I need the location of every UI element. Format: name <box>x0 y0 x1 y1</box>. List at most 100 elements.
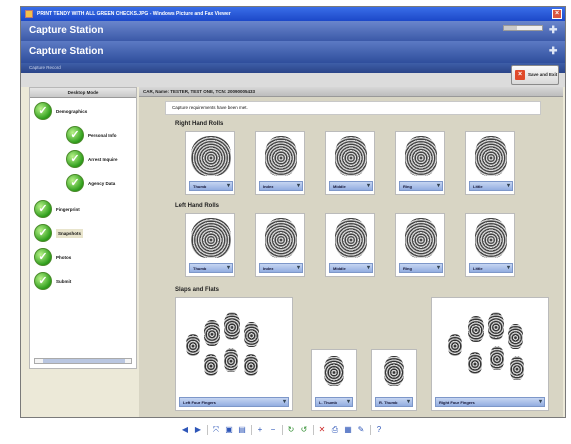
finger-select[interactable]: Little <box>469 181 513 191</box>
finger-select[interactable]: Ring <box>399 263 443 273</box>
actual-size-icon[interactable]: ▣ <box>224 425 234 435</box>
status-message: Capture requirements have been met. <box>165 101 541 115</box>
finger-select[interactable]: Index <box>259 263 303 273</box>
sidebar-header: Desktop Mode <box>30 88 136 98</box>
rotate-clockwise-icon[interactable]: ↻ <box>286 425 296 435</box>
rotate-counterclockwise-icon[interactable]: ↺ <box>299 425 309 435</box>
picture-viewer-icon <box>25 10 33 18</box>
step-fingerprint[interactable]: ✓ Fingerprint <box>34 200 80 218</box>
fingerprint-image <box>204 354 218 376</box>
next-icon[interactable]: ▶ <box>193 425 203 435</box>
fingerprint-image <box>191 136 231 176</box>
right-index-card[interactable]: Index <box>255 131 305 195</box>
fingerprint-image <box>468 316 484 342</box>
finger-select[interactable]: Thumb <box>189 263 233 273</box>
left-four-fingers-card[interactable]: Left Four Fingers <box>175 297 293 411</box>
left-ring-card[interactable]: Ring <box>395 213 445 277</box>
finger-select[interactable]: Middle <box>329 263 373 273</box>
pin-icon-2[interactable]: ✚ <box>549 47 559 57</box>
left-thumb-flat-card[interactable]: L. Thumb <box>311 349 357 411</box>
check-icon: ✓ <box>66 126 84 144</box>
left-index-card[interactable]: Index <box>255 213 305 277</box>
fingerprint-image <box>244 354 258 376</box>
save-and-exit-button[interactable]: × Save and Exit <box>511 65 559 85</box>
check-icon: ✓ <box>34 272 52 290</box>
viewer-toolbar: ◀ ▶ ⤧ ▣ ▤ + − ↻ ↺ ✕ ⎙ ▦ ✎ ? <box>0 420 571 444</box>
finger-select[interactable]: Little <box>469 263 513 273</box>
left-hand-title: Left Hand Rolls <box>175 203 220 209</box>
finger-select[interactable]: Ring <box>399 181 443 191</box>
sidebar-scrollbar[interactable] <box>34 358 132 364</box>
fingerprint-image <box>488 312 504 340</box>
fingerprint-image <box>448 334 462 356</box>
previous-icon[interactable]: ◀ <box>180 425 190 435</box>
zoom-out-icon[interactable]: − <box>268 425 278 435</box>
slap-select[interactable]: Right Four Fingers <box>435 397 545 407</box>
fingerprint-image <box>204 320 220 346</box>
slideshow-icon[interactable]: ▤ <box>237 425 247 435</box>
finger-select[interactable]: Index <box>259 181 303 191</box>
record-bar: Capture Record <box>21 63 565 73</box>
slap-select[interactable]: L. Thumb <box>315 397 353 407</box>
banner-title: Capture Station <box>29 25 104 36</box>
step-demographics[interactable]: ✓ Demographics <box>34 102 87 120</box>
slap-select[interactable]: R. Thumb <box>375 397 413 407</box>
fingerprint-image <box>405 218 437 258</box>
step-arrest-inquire[interactable]: ✓ Arrest Inquire <box>66 150 118 168</box>
right-middle-card[interactable]: Middle <box>325 131 375 195</box>
step-personal-info[interactable]: ✓ Personal Info <box>66 126 117 144</box>
right-thumb-card[interactable]: Thumb <box>185 131 235 195</box>
pin-icon[interactable]: ✚ <box>549 26 559 36</box>
exit-icon: × <box>515 70 525 80</box>
check-icon: ✓ <box>34 248 52 266</box>
left-little-card[interactable]: Little <box>465 213 515 277</box>
slap-select[interactable]: Left Four Fingers <box>179 397 289 407</box>
scrollbar-thumb[interactable] <box>43 359 125 363</box>
check-icon: ✓ <box>34 224 52 242</box>
step-label: Demographics <box>56 108 88 114</box>
fingerprint-image <box>384 356 404 386</box>
best-fit-icon[interactable]: ⤧ <box>211 425 221 435</box>
print-icon[interactable]: ⎙ <box>330 425 340 435</box>
check-icon: ✓ <box>34 102 52 120</box>
help-icon[interactable]: ? <box>374 425 384 435</box>
right-little-card[interactable]: Little <box>465 131 515 195</box>
right-four-fingers-card[interactable]: Right Four Fingers <box>431 297 549 411</box>
zoom-in-icon[interactable]: + <box>255 425 265 435</box>
check-icon: ✓ <box>66 150 84 168</box>
capture-panel: CAR, Name: TESTER, TEST ONE, TCN: 200900… <box>139 87 563 417</box>
fingerprint-image <box>468 352 482 374</box>
check-icon: ✓ <box>66 174 84 192</box>
save-exit-label: Save and Exit <box>528 72 558 77</box>
step-label: Photos <box>56 254 72 260</box>
right-ring-card[interactable]: Ring <box>395 131 445 195</box>
delete-icon[interactable]: ✕ <box>317 425 327 435</box>
fingerprint-image <box>335 218 367 258</box>
finger-select[interactable]: Middle <box>329 181 373 191</box>
fingerprint-image <box>244 322 259 347</box>
fingerprint-image <box>475 136 507 176</box>
window-title: PRINT TENDY WITH ALL GREEN CHECKS.JPG - … <box>37 11 231 17</box>
left-thumb-card[interactable]: Thumb <box>185 213 235 277</box>
edit-icon[interactable]: ✎ <box>356 425 366 435</box>
save-icon[interactable]: ▦ <box>343 425 353 435</box>
fingerprint-image <box>186 334 200 356</box>
fingerprint-image <box>510 356 524 380</box>
step-submit[interactable]: ✓ Submit <box>34 272 71 290</box>
window-close-button[interactable]: × <box>552 9 562 19</box>
fingerprint-image <box>265 218 297 258</box>
workflow-sidebar: Desktop Mode ✓ Demographics ✓ Personal I… <box>29 87 137 369</box>
step-agency-data[interactable]: ✓ Agency Data <box>66 174 115 192</box>
step-photos[interactable]: ✓ Photos <box>34 248 71 266</box>
app-subbanner: Capture Station ✚ <box>21 41 565 63</box>
right-thumb-flat-card[interactable]: R. Thumb <box>371 349 417 411</box>
subject-header: CAR, Name: TESTER, TEST ONE, TCN: 200900… <box>139 87 563 97</box>
fingerprint-image <box>324 356 344 386</box>
slaps-title: Slaps and Flats <box>175 287 220 293</box>
check-icon: ✓ <box>34 200 52 218</box>
left-middle-card[interactable]: Middle <box>325 213 375 277</box>
step-snapshots[interactable]: ✓ Snapshots <box>34 224 84 242</box>
subbanner-title: Capture Station <box>29 46 104 57</box>
status-meter <box>503 25 543 31</box>
finger-select[interactable]: Thumb <box>189 181 233 191</box>
